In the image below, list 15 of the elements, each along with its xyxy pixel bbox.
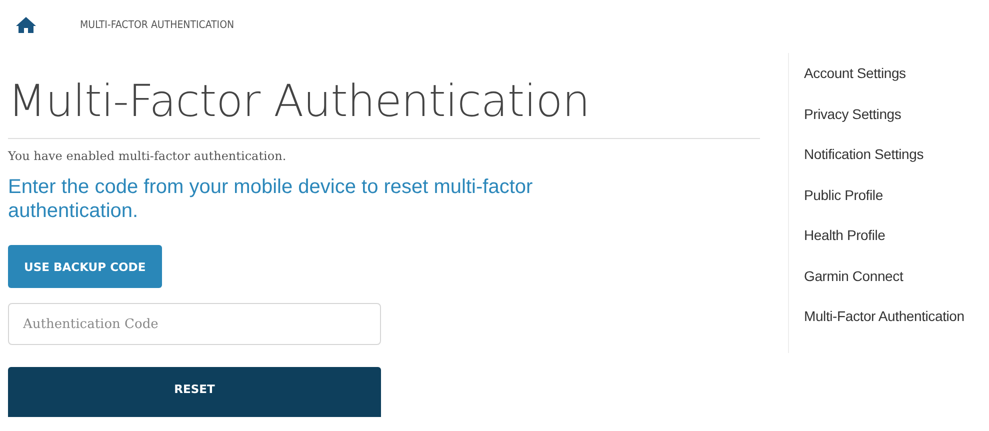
sidebar-link[interactable]: Privacy Settings (804, 94, 964, 134)
sidebar-link[interactable]: Health Profile (804, 215, 964, 256)
page-title: Multi-Factor Authentication (8, 76, 590, 128)
breadcrumb-link[interactable]: MULTI-FACTOR AUTHENTICATION (80, 19, 234, 31)
backup-code-button[interactable]: USE BACKUP CODE (8, 245, 162, 288)
instruction-heading: Enter the code from your mobile device to reset multi-factor authentication. (8, 175, 534, 223)
sidebar-link[interactable]: Garmin Connect (804, 256, 964, 296)
sidebar-link[interactable]: Public Profile (804, 174, 964, 215)
sidebar-link[interactable]: Multi-Factor Authentication (804, 296, 964, 336)
status-text: You have enabled multi-factor authentication. (8, 149, 286, 163)
reset-button[interactable]: RESET (8, 367, 381, 417)
code-input-field[interactable]: Authentication Code (8, 303, 381, 345)
sidebar-link[interactable]: Notification Settings (804, 134, 964, 174)
sidebar-link[interactable]: Account Settings (804, 53, 964, 94)
home-icon[interactable] (16, 16, 36, 34)
